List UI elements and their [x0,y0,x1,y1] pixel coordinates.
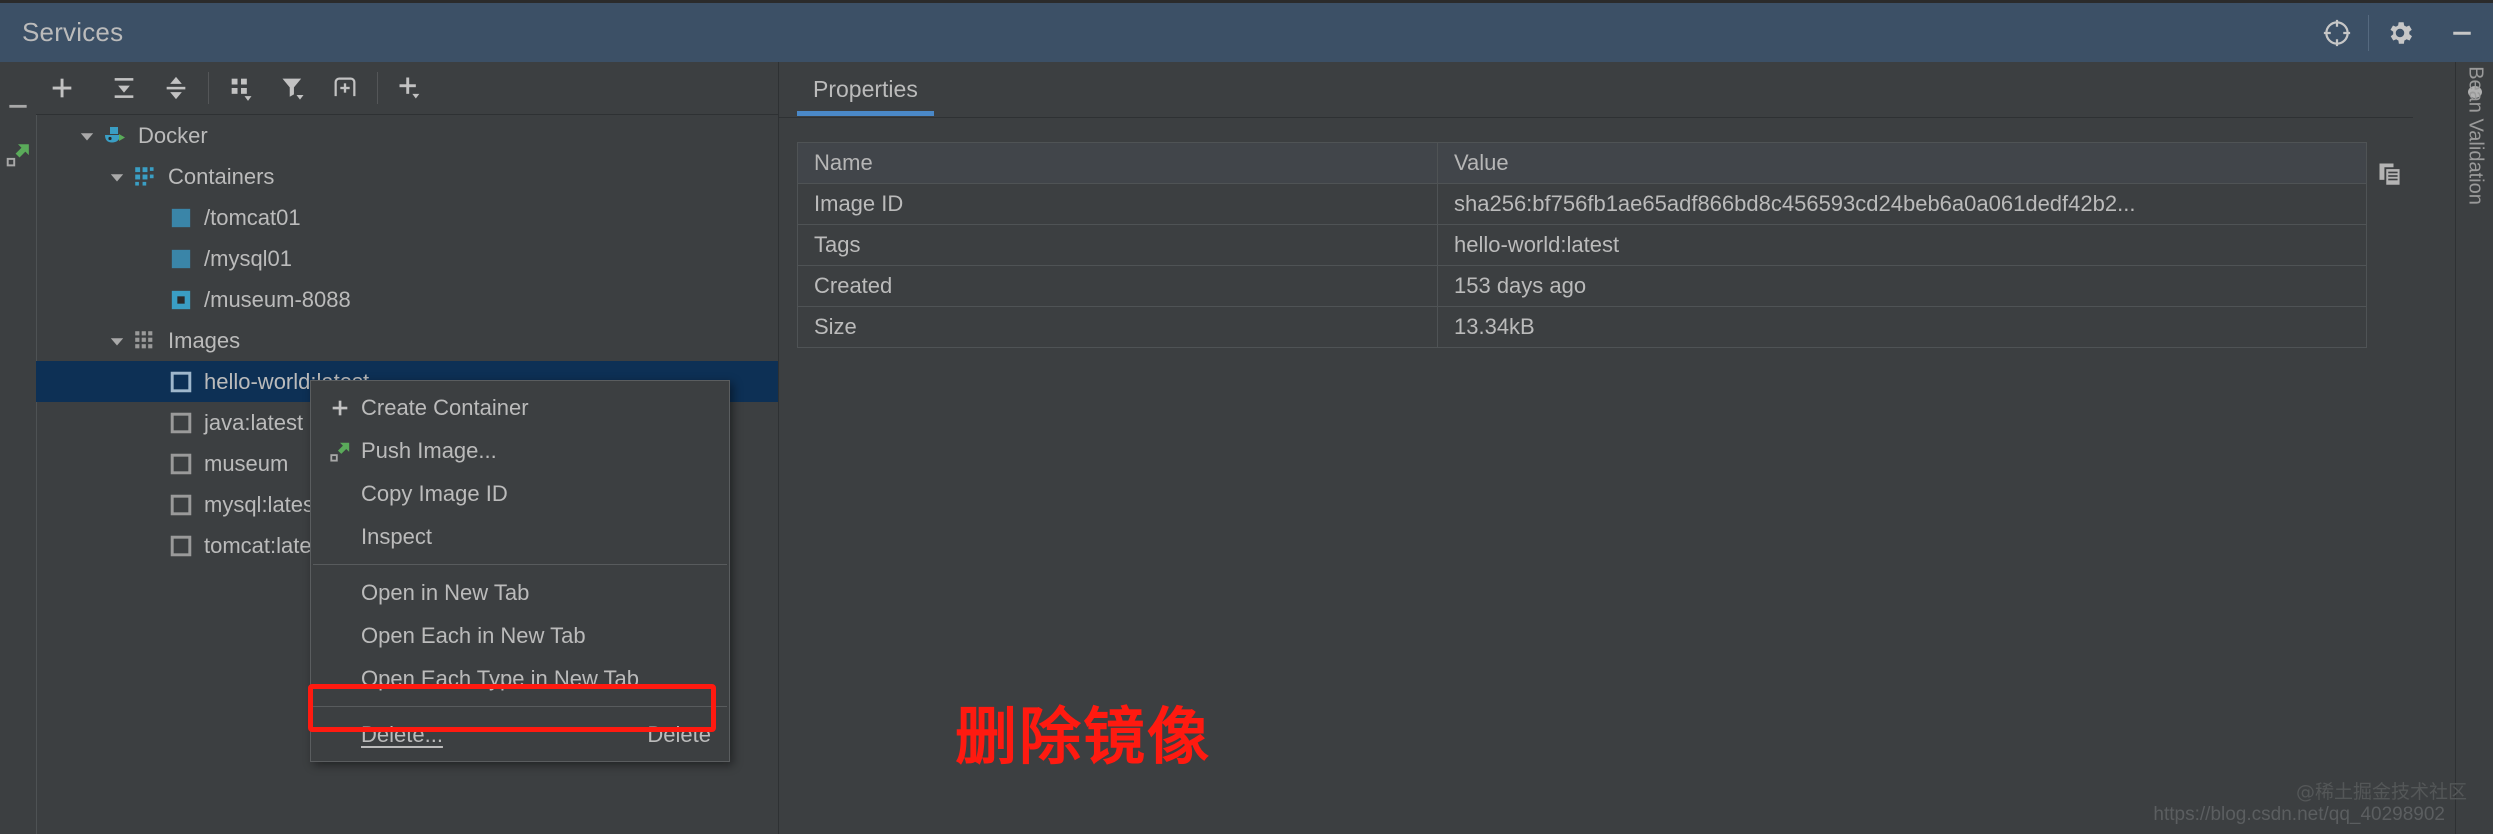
window-titlebar: Services [0,0,2493,62]
plus-icon [321,397,359,419]
containers-grid-icon [130,166,160,188]
property-name: Created [798,266,1438,306]
annotation-text: 删除镜像 [955,700,1212,773]
property-value: 153 days ago [1454,273,1587,298]
table-row[interactable]: Size 13.34kB [798,307,2366,348]
menu-item-open-each-in-new-tab[interactable]: Open Each in New Tab [311,614,729,657]
gear-icon[interactable] [2369,2,2431,64]
tree-node-label: museum [204,450,289,476]
context-menu[interactable]: Create Container Push Image... Copy Imag… [310,380,730,762]
menu-item-copy-image-id[interactable]: Copy Image ID [311,472,729,515]
images-grid-icon [130,330,160,352]
menu-item-label: Create Container [361,394,529,420]
tree-node-containers[interactable]: Containers [36,156,778,197]
filter-icon[interactable] [267,62,319,114]
image-square-icon [166,453,196,475]
minimize-icon[interactable] [2431,2,2493,64]
column-header-name[interactable]: Name [798,143,1438,183]
chevron-down-icon[interactable] [104,332,130,350]
chevron-down-icon[interactable] [74,127,100,145]
property-name: Size [798,307,1438,347]
copy-icon[interactable] [2367,148,2413,200]
window-title: Services [22,17,124,47]
image-square-icon [166,535,196,557]
image-square-icon [166,494,196,516]
tree-node-label: Docker [138,122,208,148]
property-name: Tags [798,225,1438,265]
menu-item-label: Copy Image ID [361,480,508,506]
menu-item-inspect[interactable]: Inspect [311,515,729,558]
menu-item-create-container[interactable]: Create Container [311,386,729,429]
tree-node-label: /tomcat01 [204,204,301,230]
plus-dropdown-icon[interactable] [384,62,436,114]
tree-node-mysql01[interactable]: /mysql01 [36,238,778,279]
titlebar-actions [2306,2,2493,64]
menu-item-push-image[interactable]: Push Image... [311,429,729,472]
watermark-url: https://blog.csdn.net/qq_40298902 [2153,804,2445,825]
push-arrow-icon [321,440,359,462]
tab-strip: Properties [779,62,2413,118]
tree-toolbar [36,62,778,114]
menu-item-delete[interactable]: Delete... Delete [311,713,729,756]
tree-node-label: mysql:latest [204,491,321,517]
tree-node-label: Containers [168,163,275,189]
tree-node-images[interactable]: Images [36,320,778,361]
property-name: Image ID [798,184,1438,224]
left-tool-strip [0,62,36,834]
property-value: hello-world:latest [1454,232,1620,257]
menu-separator [313,706,727,707]
menu-item-shortcut: Delete [647,721,711,747]
image-square-icon [166,371,196,393]
properties-table: Name Value Image ID sha256:bf756fb1ae65a… [797,142,2367,348]
menu-item-label: Delete... [361,721,443,747]
toolbar-separator-1 [208,72,209,104]
target-icon[interactable] [2306,2,2368,64]
table-header-row: Name Value [798,143,2366,184]
minus-icon[interactable] [0,82,36,130]
tab-label: Properties [813,75,918,102]
tree-node-label: /mysql01 [204,245,293,271]
container-stopped-icon [166,289,196,311]
menu-separator [313,564,727,565]
tree-node-tomcat01[interactable]: /tomcat01 [36,197,778,238]
tree-node-label: java:latest [204,409,304,435]
table-row[interactable]: Created 153 days ago [798,266,2366,307]
property-value: sha256:bf756fb1ae65adf866bd8c456593cd24b… [1454,191,2136,216]
group-by-icon[interactable] [215,62,267,114]
watermark-author: @稀土掘金技术社区 [2295,781,2467,803]
menu-item-label: Inspect [361,523,432,549]
tree-node-label: Images [168,327,241,353]
menu-item-label: Open Each Type in New Tab [361,665,640,691]
tree-node-label: /museum-8088 [204,286,351,312]
docker-whale-icon [100,123,130,149]
tree-node-museum-8088[interactable]: /museum-8088 [36,279,778,320]
menu-item-label: Push Image... [361,437,497,463]
column-header-value[interactable]: Value [1438,143,2366,183]
chevron-down-icon[interactable] [104,168,130,186]
tree-node-docker[interactable]: Docker [36,115,778,156]
right-tool-window-bar: Bean Validation [2455,62,2493,834]
container-running-icon [166,207,196,229]
menu-item-open-in-new-tab[interactable]: Open in New Tab [311,571,729,614]
property-value: 13.34kB [1454,314,1535,339]
collapse-all-icon[interactable] [150,62,202,114]
tab-strip-border [779,117,2413,118]
table-row[interactable]: Tags hello-world:latest [798,225,2366,266]
menu-item-label: Open in New Tab [361,579,530,605]
menu-item-open-each-type-in-new-tab[interactable]: Open Each Type in New Tab [311,657,729,700]
new-tab-icon[interactable] [319,62,371,114]
bean-validation-label[interactable]: Bean Validation [2463,66,2486,205]
toolbar-separator-2 [377,72,378,104]
container-running-icon [166,248,196,270]
tab-active-underline [797,111,934,116]
tab-properties[interactable]: Properties [797,62,934,116]
menu-item-label: Open Each in New Tab [361,622,586,648]
table-row[interactable]: Image ID sha256:bf756fb1ae65adf866bd8c45… [798,184,2366,225]
expand-all-icon[interactable] [98,62,150,114]
push-arrow-icon[interactable] [0,130,36,178]
plus-icon[interactable] [36,62,88,114]
image-square-icon [166,412,196,434]
